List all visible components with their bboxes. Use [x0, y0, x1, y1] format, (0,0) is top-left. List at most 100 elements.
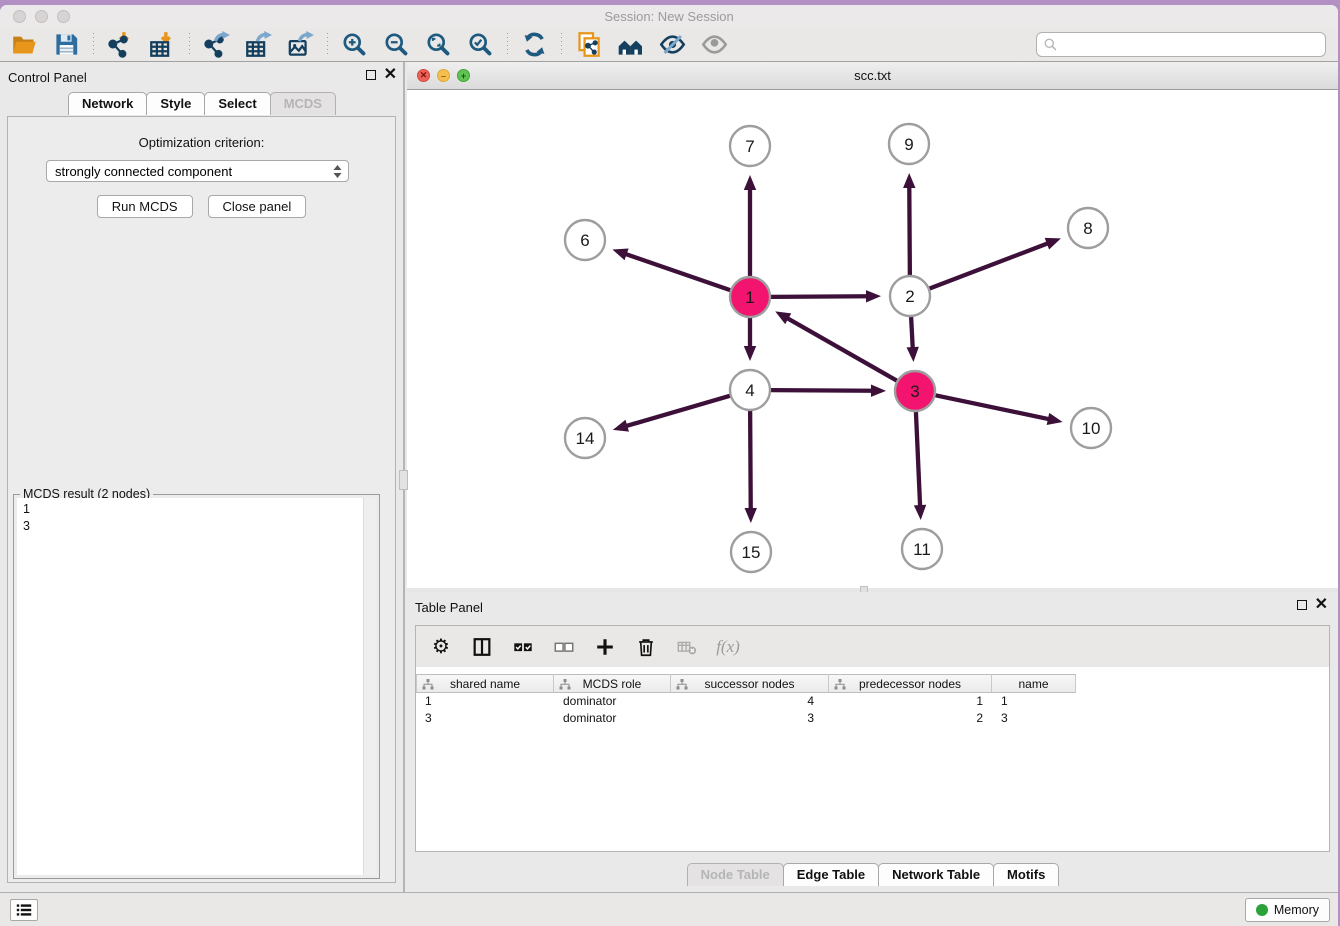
open-session-button[interactable] — [10, 31, 38, 59]
node-label: 7 — [745, 137, 754, 156]
delete-row-button[interactable] — [634, 635, 658, 659]
run-mcds-button[interactable]: Run MCDS — [97, 195, 193, 218]
close-window-button[interactable] — [13, 10, 26, 23]
splitter-grip[interactable] — [399, 470, 408, 490]
graph-node-15[interactable]: 15 — [731, 532, 771, 572]
tab-style[interactable]: Style — [146, 92, 205, 115]
table-row[interactable]: 3dominator323 — [416, 710, 1329, 727]
export-table-button[interactable] — [244, 31, 272, 59]
minimize-window-button[interactable] — [35, 10, 48, 23]
zoom-in-button[interactable] — [340, 31, 368, 59]
node-label: 3 — [910, 382, 919, 401]
graph-edge-3-11[interactable] — [914, 412, 926, 520]
memory-button[interactable]: Memory — [1245, 898, 1330, 922]
tab-edge-table[interactable]: Edge Table — [783, 863, 879, 886]
export-image-button[interactable] — [286, 31, 314, 59]
float-table-panel-icon[interactable] — [1297, 600, 1307, 610]
function-icon: f(x) — [716, 637, 740, 657]
task-history-button[interactable] — [10, 899, 38, 921]
close-panel-button[interactable]: Close panel — [208, 195, 307, 218]
tab-node-table[interactable]: Node Table — [687, 863, 784, 886]
column-header-MCDS-role[interactable]: MCDS role — [554, 674, 671, 693]
hide-graphics-details-button[interactable] — [658, 31, 686, 59]
graph-edge-4-15[interactable] — [745, 411, 757, 523]
select-all-icon — [512, 636, 534, 658]
import-table-button[interactable] — [148, 31, 176, 59]
result-scrollbar[interactable] — [363, 498, 376, 875]
export-network-button[interactable] — [202, 31, 230, 59]
toolbar-separator — [188, 33, 190, 57]
network-close-button[interactable]: ✕ — [417, 69, 430, 82]
clone-network-button[interactable] — [574, 31, 602, 59]
graph-edge-1-6[interactable] — [612, 249, 730, 291]
column-chooser-button[interactable] — [470, 635, 494, 659]
criterion-value: strongly connected component — [55, 164, 232, 179]
save-session-button[interactable] — [52, 31, 80, 59]
delete-table-button[interactable] — [675, 635, 699, 659]
maximize-window-button[interactable] — [57, 10, 70, 23]
function-builder-button[interactable]: f(x) — [716, 635, 740, 659]
list-icon — [15, 902, 33, 918]
graph-edge-1-4[interactable] — [744, 318, 756, 361]
table-cell: 4 — [671, 693, 829, 710]
refresh-button[interactable] — [520, 31, 548, 59]
graph-node-4[interactable]: 4 — [730, 370, 770, 410]
zoom-fit-button[interactable] — [424, 31, 452, 59]
show-graphics-details-button[interactable] — [700, 31, 728, 59]
graph-node-6[interactable]: 6 — [565, 220, 605, 260]
column-header-successor-nodes[interactable]: successor nodes — [671, 674, 829, 693]
graph-edge-3-1[interactable] — [775, 311, 897, 380]
tab-select[interactable]: Select — [204, 92, 270, 115]
graph-edge-1-2[interactable] — [771, 290, 881, 302]
network-canvas[interactable]: 7 9 6 8 1 2 4 3 14 10 15 11 — [407, 90, 1338, 588]
network-zoom-button[interactable]: + — [457, 69, 470, 82]
tab-network-table[interactable]: Network Table — [878, 863, 994, 886]
close-panel-icon[interactable]: ✕ — [384, 68, 397, 82]
search-field[interactable] — [1036, 32, 1326, 57]
import-network-button[interactable] — [106, 31, 134, 59]
search-input[interactable] — [1058, 35, 1325, 55]
criterion-dropdown[interactable]: strongly connected component — [46, 160, 349, 182]
graph-node-14[interactable]: 14 — [565, 418, 605, 458]
network-minimize-button[interactable]: – — [437, 69, 450, 82]
column-header-name[interactable]: name — [992, 674, 1076, 693]
graph-edge-3-10[interactable] — [936, 395, 1063, 425]
tab-network[interactable]: Network — [68, 92, 147, 115]
tab-mcds[interactable]: MCDS — [270, 92, 336, 115]
graph-node-11[interactable]: 11 — [902, 529, 942, 569]
gear-icon: ⚙ — [432, 637, 450, 657]
table-row[interactable]: 1dominator411 — [416, 693, 1329, 710]
graph-edge-4-14[interactable] — [613, 396, 730, 432]
graph-edge-1-7[interactable] — [744, 175, 756, 276]
column-header-shared-name[interactable]: shared name — [416, 674, 554, 693]
select-all-button[interactable] — [511, 635, 535, 659]
graph-node-9[interactable]: 9 — [889, 124, 929, 164]
graph-edge-2-3[interactable] — [906, 317, 918, 362]
column-header-predecessor-nodes[interactable]: predecessor nodes — [829, 674, 992, 693]
graph-edge-4-3[interactable] — [771, 385, 886, 397]
graph-edge-2-8[interactable] — [930, 238, 1061, 289]
add-row-button[interactable] — [593, 635, 617, 659]
graph-node-8[interactable]: 8 — [1068, 208, 1108, 248]
zoom-out-icon — [383, 31, 410, 58]
graph-node-1[interactable]: 1 — [730, 277, 770, 317]
network-view-window: ✕ – + scc.txt 7968124314101511 — [407, 62, 1338, 592]
float-panel-icon[interactable] — [366, 70, 376, 80]
close-table-panel-icon[interactable]: ✕ — [1315, 598, 1328, 612]
neighborhood-button[interactable] — [616, 31, 644, 59]
column-chooser-icon — [471, 636, 493, 658]
graph-node-10[interactable]: 10 — [1071, 408, 1111, 448]
graph-node-7[interactable]: 7 — [730, 126, 770, 166]
table-settings-button[interactable]: ⚙ — [429, 635, 453, 659]
mcds-result-textarea[interactable]: 13 — [17, 498, 376, 875]
zoom-out-button[interactable] — [382, 31, 410, 59]
result-line: 3 — [23, 518, 370, 535]
graph-node-2[interactable]: 2 — [890, 276, 930, 316]
toolbar-separator — [92, 33, 94, 57]
tab-motifs[interactable]: Motifs — [993, 863, 1059, 886]
deselect-all-button[interactable] — [552, 635, 576, 659]
graph-node-3[interactable]: 3 — [895, 371, 935, 411]
mcds-panel: Optimization criterion: strongly connect… — [7, 116, 396, 883]
zoom-selected-button[interactable] — [466, 31, 494, 59]
graph-edge-2-9[interactable] — [903, 173, 915, 275]
